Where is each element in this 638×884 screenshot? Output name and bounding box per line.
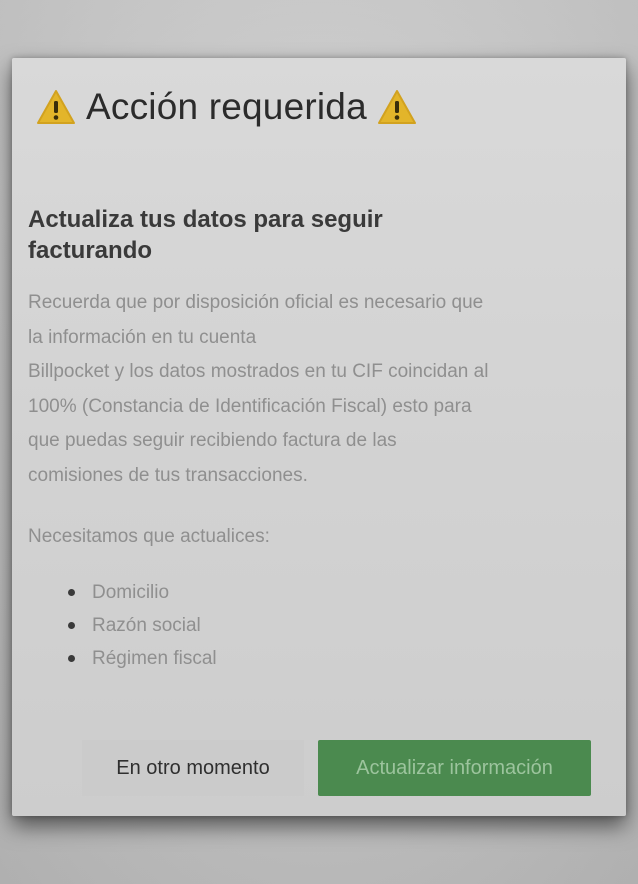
requirement-label: Domicilio (92, 581, 170, 603)
body-line: Recuerda que por disposición oficial es … (28, 292, 484, 313)
action-required-dialog: Acción requerida Actualiza tus datos par… (12, 58, 626, 816)
bullet-icon (68, 589, 75, 596)
body-line: comisiones de tus transacciones. (28, 464, 308, 486)
list-item: Domicilio (68, 576, 217, 609)
body-line: 100% (Constancia de Identificación Fisca… (28, 395, 472, 417)
dialog-body-text: Recuerda que por disposición oficial es … (28, 286, 608, 493)
bullet-icon (68, 622, 75, 629)
dialog-title: Acción requerida (86, 86, 367, 127)
list-item: Régimen fiscal (68, 642, 217, 675)
later-button[interactable]: En otro momento (82, 740, 304, 796)
body-line: que puedas seguir recibiendo factura de … (28, 430, 397, 451)
bullet-icon (68, 655, 75, 662)
update-information-button[interactable]: Actualizar información (318, 740, 591, 796)
requirement-label: Razón social (92, 614, 201, 636)
requirements-intro: Necesitamos que actualices: (28, 526, 270, 547)
requirements-list: Domicilio Razón social Régimen fiscal (68, 576, 217, 675)
warning-icon (37, 90, 75, 124)
dialog-title-row: Acción requerida (36, 86, 417, 128)
body-line: Billpocket y los datos mostrados en tu C… (28, 361, 489, 382)
dialog-subtitle: Actualiza tus datos para seguir facturan… (28, 206, 383, 264)
body-line: la información en tu cuenta (28, 326, 257, 348)
list-item: Razón social (68, 609, 217, 642)
warning-icon (377, 90, 416, 124)
requirement-label: Régimen fiscal (92, 647, 217, 669)
